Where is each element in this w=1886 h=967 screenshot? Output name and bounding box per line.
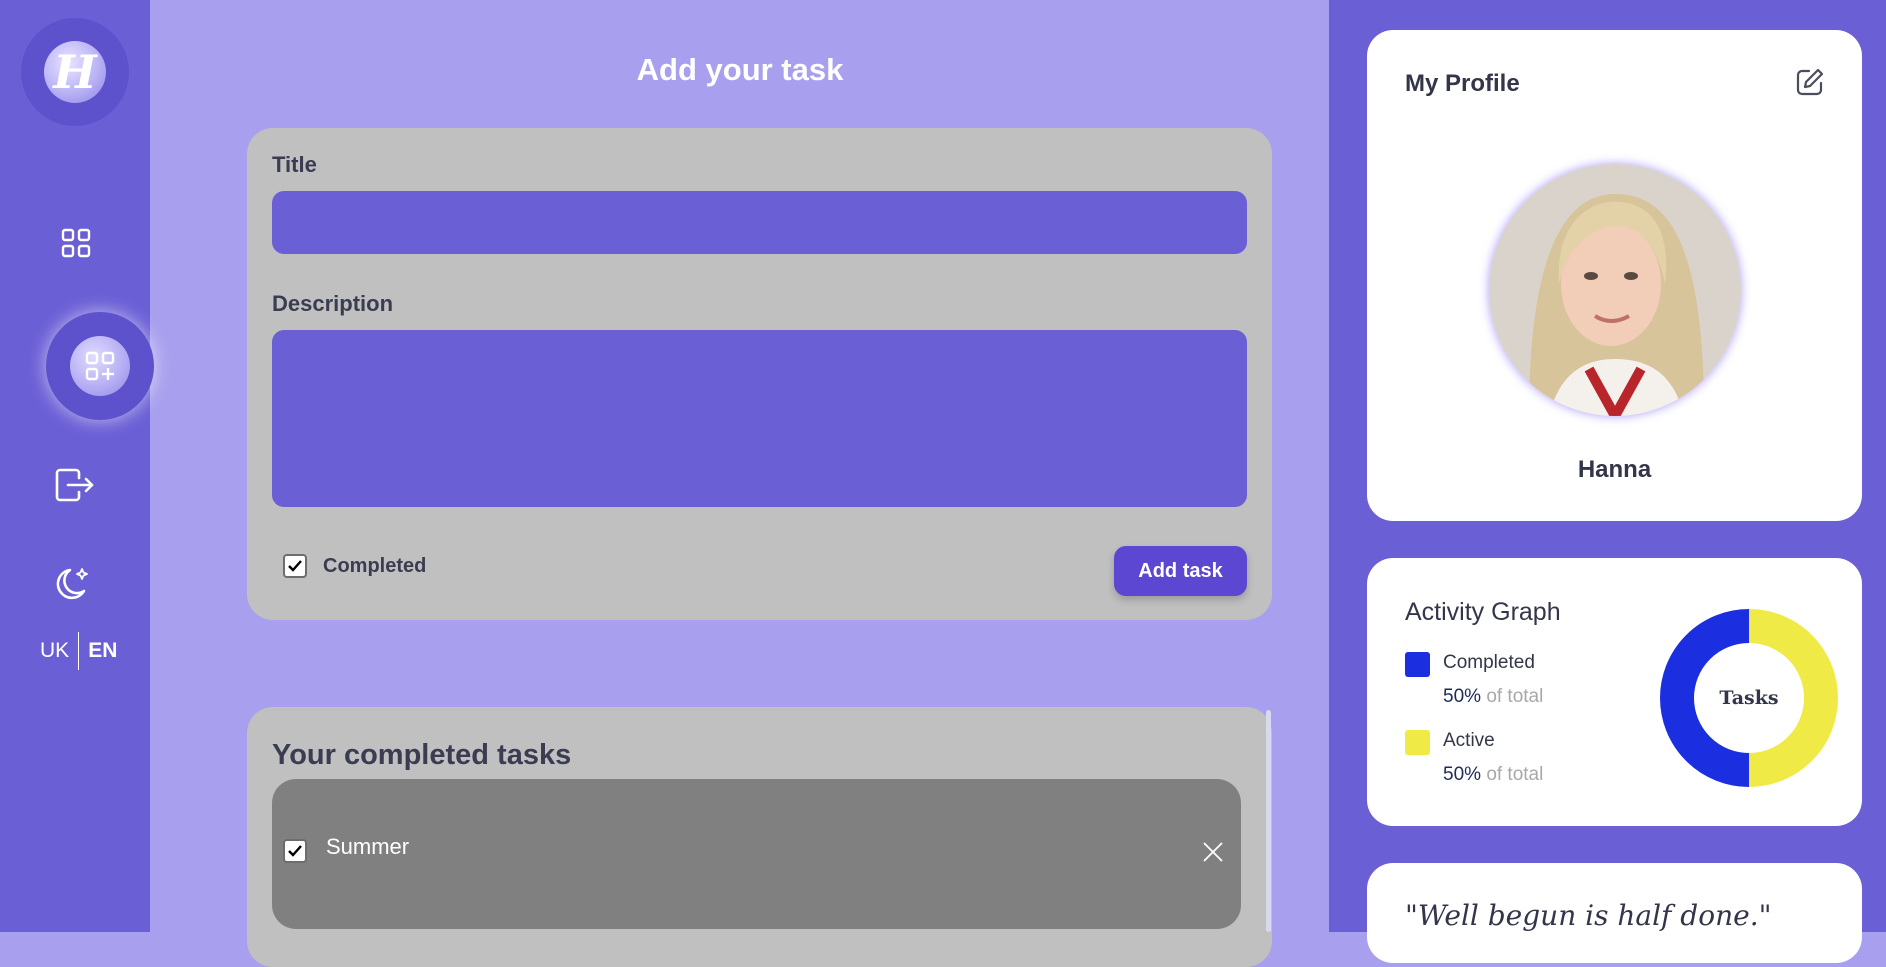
dark-mode-icon[interactable] [52, 562, 96, 606]
quote-card: "Well begun is half done." [1367, 863, 1862, 963]
completed-toggle[interactable]: Completed [283, 554, 426, 578]
check-icon [288, 560, 302, 572]
add-task-button[interactable]: Add task [1114, 546, 1247, 596]
app-logo[interactable]: H [21, 18, 129, 126]
description-input[interactable] [272, 330, 1247, 507]
logout-icon[interactable] [54, 466, 96, 504]
task-title: Summer [326, 834, 410, 859]
sidebar: H UK EN [0, 0, 154, 932]
task-item[interactable]: Summer [272, 779, 1241, 929]
avatar [1489, 164, 1741, 416]
legend-swatch-completed [1405, 652, 1430, 677]
completed-label: Completed [323, 554, 427, 577]
title-label: Title [272, 152, 317, 177]
legend-swatch-active [1405, 730, 1430, 755]
title-input[interactable] [272, 191, 1247, 254]
activity-title: Activity Graph [1405, 598, 1561, 626]
activity-donut-chart: Tasks [1660, 609, 1838, 787]
check-icon [288, 845, 302, 857]
edit-profile-icon[interactable] [1794, 66, 1826, 103]
tasks-scrollbar[interactable] [1266, 710, 1271, 932]
profile-title: My Profile [1405, 70, 1520, 97]
legend-percent: 50% of total [1443, 686, 1544, 707]
donut-center-label: Tasks [1719, 687, 1778, 709]
add-task-nav-button[interactable] [46, 312, 154, 420]
close-icon[interactable] [1202, 841, 1224, 863]
profile-name: Hanna [1577, 456, 1652, 483]
activity-card: Activity Graph Completed 50% of total Ac… [1367, 558, 1862, 826]
legend-percent: 50% of total [1443, 764, 1544, 785]
completed-checkbox[interactable] [283, 554, 307, 578]
language-switcher: UK EN [40, 632, 117, 670]
completed-tasks-panel: Your completed tasks Summer [247, 707, 1272, 967]
profile-card: My Profile Hanna [1367, 30, 1862, 521]
dashboard-icon[interactable] [58, 225, 94, 261]
legend-label: Completed [1443, 652, 1535, 673]
completed-tasks-title: Your completed tasks [272, 739, 572, 771]
logo-letter: H [44, 41, 106, 103]
lang-divider [78, 632, 80, 670]
lang-en[interactable]: EN [88, 639, 117, 663]
add-grid-icon [85, 351, 115, 381]
task-checkbox[interactable] [283, 839, 307, 863]
add-task-form: Title Description Completed Add task [247, 128, 1272, 620]
description-label: Description [272, 291, 394, 316]
legend-label: Active [1443, 730, 1495, 751]
lang-uk[interactable]: UK [40, 639, 69, 663]
page-title: Add your task [636, 52, 844, 87]
quote-text: "Well begun is half done." [1405, 899, 1772, 932]
